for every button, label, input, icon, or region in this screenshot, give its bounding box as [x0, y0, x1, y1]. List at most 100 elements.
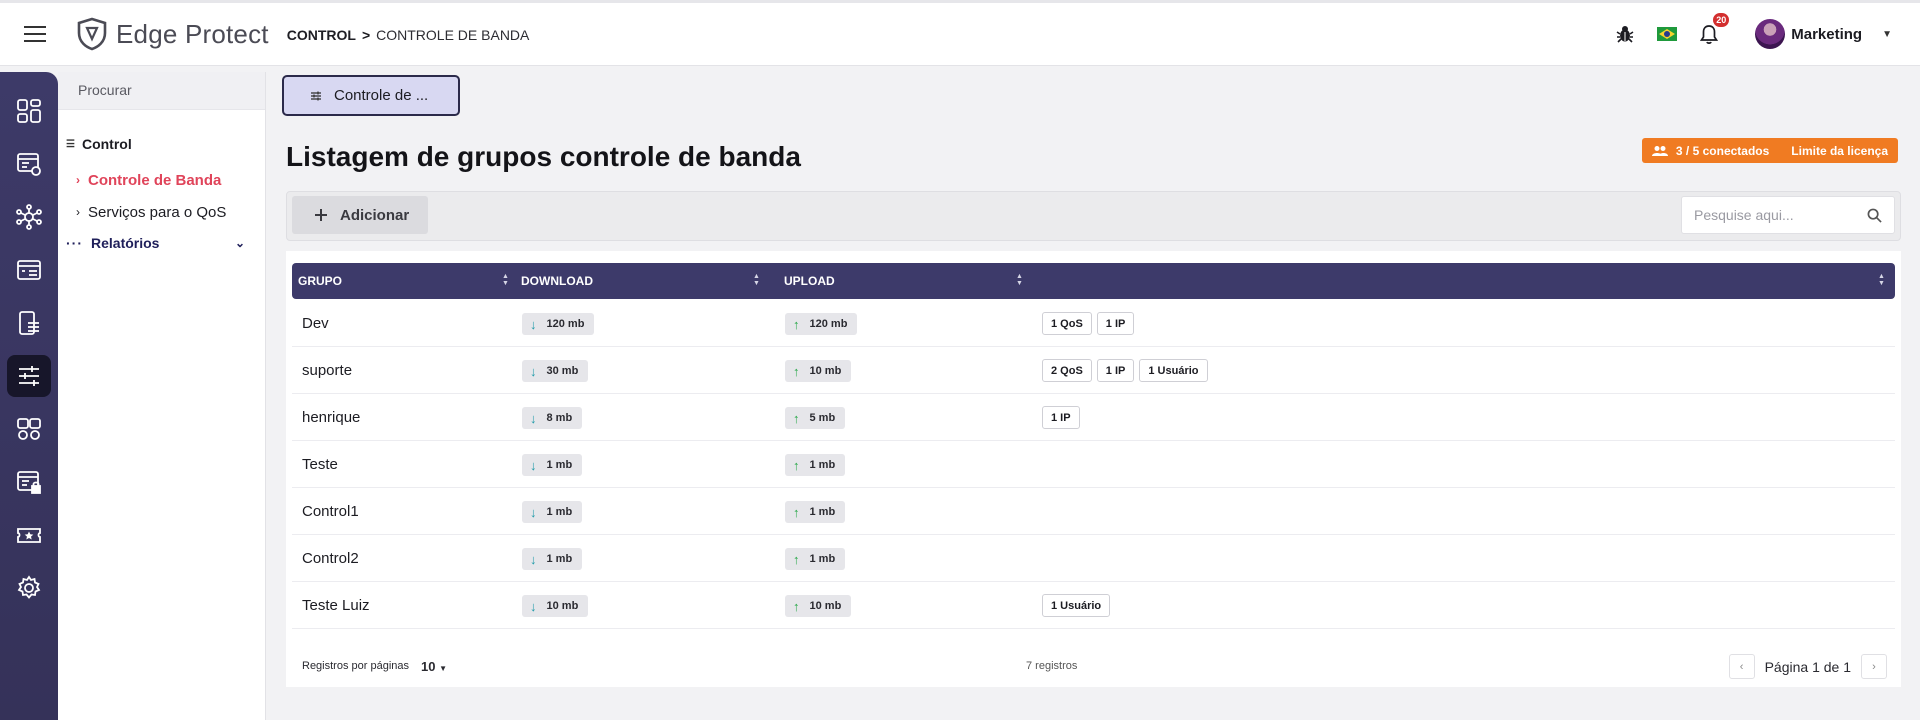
hamburger-icon [24, 26, 46, 42]
hamburger-menu-button[interactable] [0, 3, 70, 65]
tag-badge[interactable]: 1 IP [1096, 359, 1135, 382]
rail-bandwidth-control[interactable] [7, 355, 51, 397]
download-pill: ↓ 8 mb [522, 407, 583, 429]
column-header-upload[interactable]: UPLOAD ▲ ▼ [784, 263, 1046, 299]
rail-settings[interactable] [7, 567, 51, 609]
rail-users-settings[interactable] [7, 408, 51, 450]
table-header: GRUPO ▲ ▼ DOWNLOAD ▲ ▼ UPLOAD ▲ ▼ ▲ ▼ [292, 263, 1895, 299]
rail-browser-rules[interactable] [7, 249, 51, 291]
breadcrumb-separator: > [361, 27, 371, 43]
rail-ticket[interactable] [7, 514, 51, 556]
per-page-control: Registros por páginas 10 ▼ [302, 646, 447, 686]
sidebar: Procurar ☰ Control › Controle de Banda ›… [58, 72, 266, 720]
users-icon [1651, 145, 1668, 156]
group-name: Control1 [302, 502, 359, 520]
sidebar-item-controle-de-banda[interactable]: › Controle de Banda [58, 164, 265, 196]
rail-secure-list[interactable] [7, 461, 51, 503]
sidebar-item-label: Controle de Banda [88, 171, 222, 189]
next-page-button[interactable]: › [1861, 654, 1887, 679]
bandwidth-sliders-icon [19, 366, 39, 386]
caret-down-icon: ▼ [1882, 28, 1892, 40]
license-limit: Limite da licença [1791, 143, 1888, 158]
bug-icon[interactable] [1615, 24, 1635, 44]
arrow-down-icon: ↓ [530, 504, 537, 520]
tag-list: 1 Usuário [1042, 594, 1111, 617]
sidebar-search-input[interactable]: Procurar [58, 72, 265, 110]
table-row[interactable]: Teste ↓ 1 mb ↑ 1 mb [292, 441, 1895, 488]
app-name: Edge Protect [116, 18, 269, 49]
notifications-button[interactable]: 20 [1699, 11, 1732, 45]
devices-icon [19, 311, 39, 335]
breadcrumb-current: CONTROLE DE BANDA [376, 27, 530, 43]
group-name: Teste [302, 455, 338, 473]
tag-badge[interactable]: 1 IP [1096, 312, 1135, 335]
group-name: Control2 [302, 549, 359, 567]
group-name: suporte [302, 361, 353, 379]
column-header-download[interactable]: DOWNLOAD ▲ ▼ [521, 263, 783, 299]
table-row[interactable]: Control2 ↓ 1 mb ↑ 1 mb [292, 535, 1895, 582]
sliders-icon: ☰ [66, 138, 75, 150]
arrow-up-icon: ↑ [793, 363, 800, 379]
sidebar-item-relatorios[interactable]: ··· Relatórios ⌄ [58, 228, 265, 258]
upload-pill: ↑ 5 mb [785, 407, 846, 429]
arrow-up-icon: ↑ [793, 598, 800, 614]
rail-monitor[interactable] [7, 143, 51, 185]
tab-controle-de-banda[interactable]: Controle de ... [282, 75, 460, 116]
rail-network[interactable] [7, 196, 51, 238]
download-pill: ↓ 120 mb [522, 313, 595, 335]
tag-badge[interactable]: 2 QoS [1042, 359, 1092, 382]
pagination: ‹ Página 1 de 1 › [1728, 654, 1887, 679]
table-row[interactable]: Control1 ↓ 1 mb ↑ 1 mb [292, 488, 1895, 535]
arrow-up-icon: ↑ [793, 551, 800, 567]
settings-gear-icon [17, 575, 41, 599]
add-button[interactable]: Adicionar [292, 196, 428, 234]
tag-badge[interactable]: 1 IP [1042, 406, 1080, 429]
chevron-right-icon: › [76, 205, 80, 219]
upload-pill: ↑ 1 mb [785, 454, 846, 476]
search-input[interactable] [1694, 207, 1867, 223]
table-row[interactable]: Teste Luiz ↓ 10 mb ↑ 10 mb 1 Usuário [292, 582, 1895, 629]
table-row[interactable]: Dev ↓ 120 mb ↑ 120 mb 1 QoS 1 IP [292, 300, 1895, 347]
per-page-label: Registros por páginas [302, 660, 410, 672]
column-header-tags[interactable]: ▲ ▼ [1046, 263, 1891, 299]
column-header-grupo[interactable]: GRUPO ▲ ▼ [298, 263, 518, 299]
arrow-up-icon: ↑ [793, 504, 800, 520]
tag-badge[interactable]: 1 QoS [1042, 312, 1092, 335]
tag-badge[interactable]: 1 Usuário [1042, 594, 1111, 617]
monitor-icon [17, 153, 41, 176]
breadcrumb-root[interactable]: CONTROL [287, 27, 356, 43]
arrow-up-icon: ↑ [793, 316, 800, 332]
license-badge[interactable]: 3 / 5 conectados Limite da licença [1641, 138, 1898, 163]
icon-rail [0, 72, 58, 720]
notifications-badge: 20 [1711, 11, 1732, 29]
search-icon[interactable] [1867, 208, 1882, 223]
download-value: 120 mb [546, 318, 585, 330]
download-value: 10 mb [546, 600, 579, 612]
sort-icon: ▲ ▼ [1878, 273, 1885, 287]
tab-label: Controle de ... [334, 87, 429, 104]
download-pill: ↓ 1 mb [522, 548, 583, 570]
table-row[interactable]: suporte ↓ 30 mb ↑ 10 mb 2 QoS 1 IP 1 Usuário [292, 347, 1895, 394]
rail-dashboard[interactable] [7, 90, 51, 132]
brazil-flag-icon[interactable] [1657, 27, 1678, 41]
dashboard-icon [17, 99, 41, 123]
sidebar-reports-label: Relatórios [91, 235, 160, 251]
user-menu[interactable]: Marketing ▼ [1755, 19, 1892, 49]
groups-table: GRUPO ▲ ▼ DOWNLOAD ▲ ▼ UPLOAD ▲ ▼ ▲ ▼ Dev ↓ 12… [286, 251, 1901, 687]
table-row[interactable]: henrique ↓ 8 mb ↑ 5 mb 1 IP [292, 394, 1895, 441]
upload-value: 120 mb [809, 318, 848, 330]
upload-value: 1 mb [809, 506, 836, 518]
sidebar-group-control[interactable]: ☰ Control [58, 136, 265, 152]
rail-devices[interactable] [7, 302, 51, 344]
previous-page-button[interactable]: ‹ [1728, 654, 1755, 679]
app-logo[interactable]: Edge Protect [76, 17, 269, 51]
tag-badge[interactable]: 1 Usuário [1139, 359, 1208, 382]
arrow-down-icon: ↓ [530, 457, 537, 473]
per-page-select[interactable]: 10 ▼ [421, 659, 447, 674]
sidebar-item-servicos-qos[interactable]: › Serviços para o QoS [58, 196, 265, 228]
download-value: 30 mb [546, 365, 579, 377]
group-name: Teste Luiz [302, 596, 370, 614]
column-label: UPLOAD [784, 274, 835, 288]
upload-pill: ↑ 120 mb [785, 313, 858, 335]
upload-pill: ↑ 1 mb [785, 548, 846, 570]
